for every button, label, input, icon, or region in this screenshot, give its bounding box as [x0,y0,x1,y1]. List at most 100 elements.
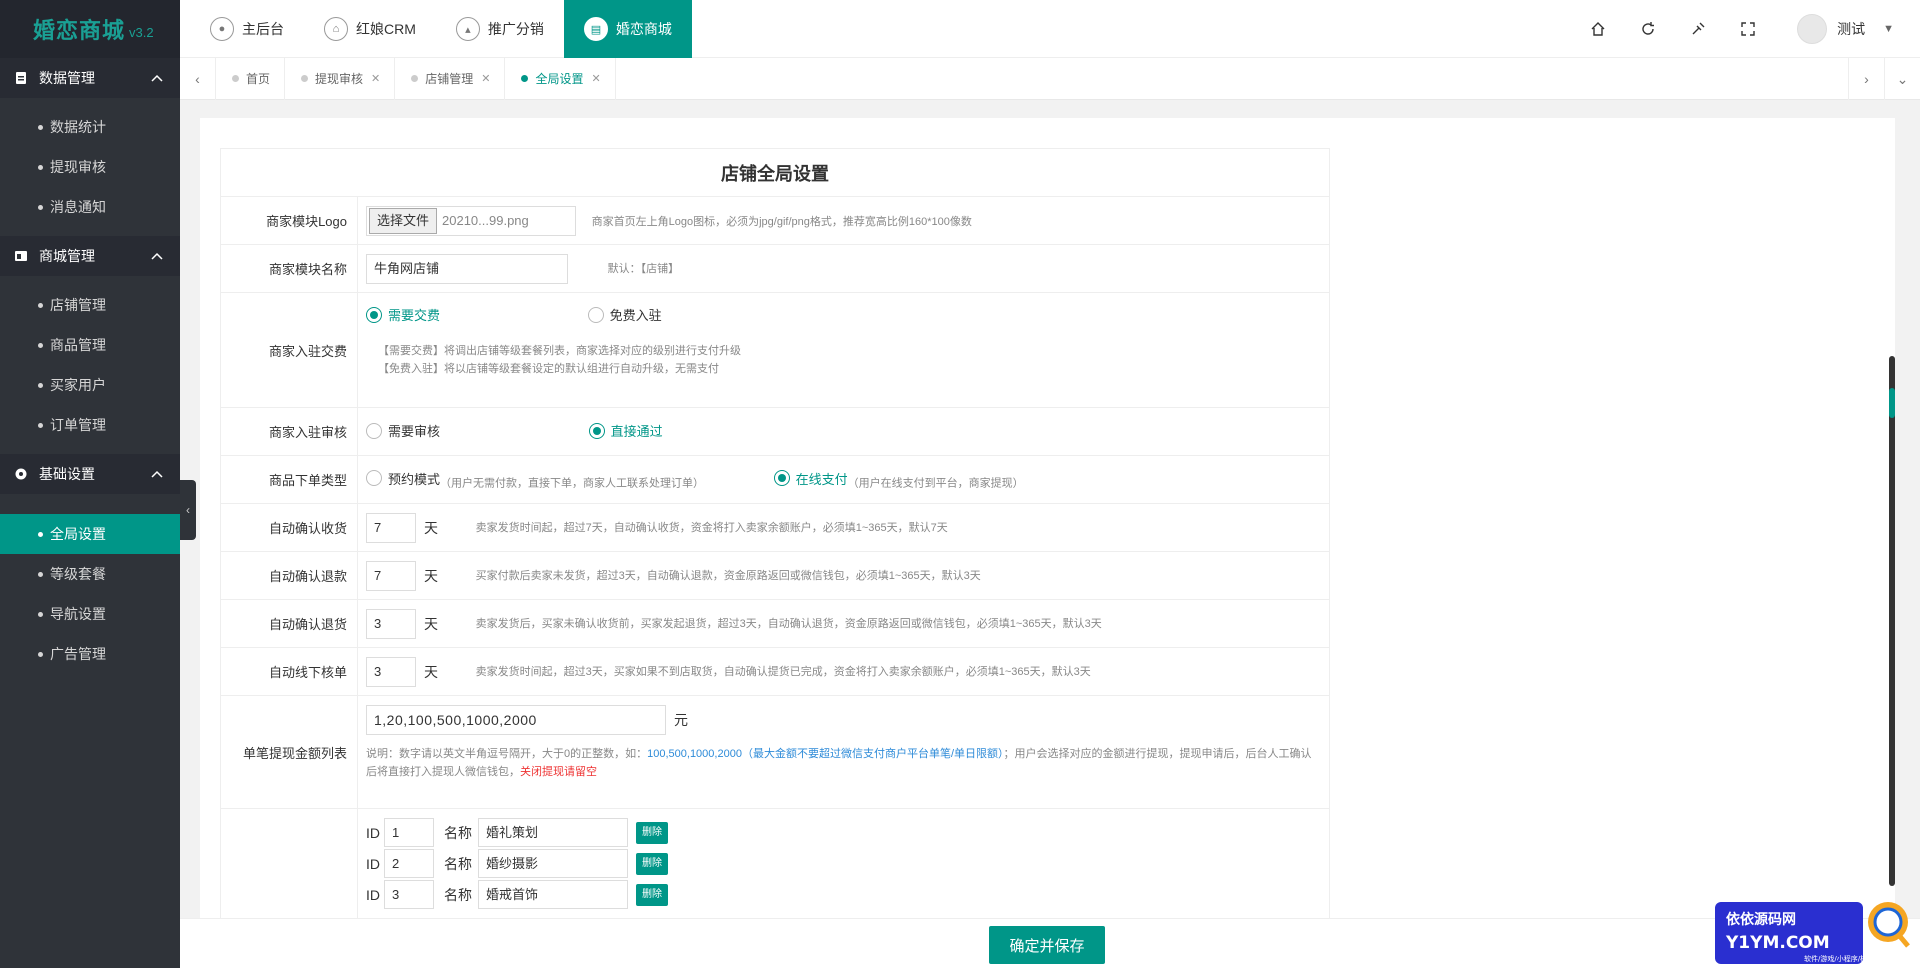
home-button[interactable] [1573,0,1623,58]
logo-hint: 商家首页左上角Logo图标，必须为jpg/gif/png格式，推荐宽高比例160… [591,215,972,228]
logo-file-input[interactable]: 选择文件 20210...99.png [366,205,576,236]
chevron-right-icon: › [1864,71,1869,87]
name-label: 商家模块名称 [220,244,358,293]
auto-return-label: 自动确认退货 [220,599,358,648]
category-id-input[interactable]: 2 [384,849,434,878]
bullet-icon [38,303,43,308]
radio-reservation[interactable]: 预约模式 [366,469,440,488]
sidebar-group-head-data[interactable]: 数据管理 [0,58,180,98]
category-name-input[interactable]: 婚戒首饰 [478,880,628,909]
unit-days: 天 [424,615,438,632]
refresh-button[interactable] [1623,0,1673,58]
fee-hint-1: 【需要交费】将调出店铺等级套餐列表，商家选择对应的级别进行支付升级 [378,344,741,357]
bullet-icon [38,423,43,428]
radio-label: 需要审核 [388,424,441,440]
save-bar: 确定并保存 [180,918,1920,968]
tabs-menu[interactable]: ⌄ [1884,58,1920,100]
topnav-mall[interactable]: ▤ 婚恋商城 [563,0,692,58]
tab-shop-manage[interactable]: 店铺管理 ✕ [395,57,506,100]
header-tools: 测试 ▼ [1573,0,1920,58]
logo-label: 商家模块Logo [220,196,358,245]
category-id-input[interactable]: 1 [384,818,434,847]
bullet-icon [38,652,43,657]
close-icon[interactable]: ✕ [481,72,490,85]
fullscreen-button[interactable] [1723,0,1773,58]
chevron-up-icon [150,249,164,263]
clear-cache-button[interactable] [1673,0,1723,58]
topnav-label: 主后台 [242,21,284,37]
sidebar-item-withdraw-audit[interactable]: 提现审核 [0,147,180,187]
withdraw-amounts-input[interactable]: 1,20,100,500,1000,2000 [366,705,666,735]
bullet-icon [38,532,43,537]
delete-button[interactable]: 删除 [636,852,668,875]
category-name-input[interactable]: 婚礼策划 [478,818,628,847]
bullet-icon [38,612,43,617]
unit-days: 天 [424,663,438,680]
sidebar-group-head-mall[interactable]: 商城管理 [0,236,180,276]
sidebar-item-data-stats[interactable]: 数据统计 [0,107,180,147]
topnav-crm[interactable]: ⌂ 红娘CRM [304,0,436,58]
tab-label: 首页 [246,72,271,86]
sidebar-item-buyers[interactable]: 买家用户 [0,365,180,405]
auto-receive-days-input[interactable]: 7 [366,512,416,543]
radio-label: 在线支付 [795,471,848,487]
sidebar-item-product-manage[interactable]: 商品管理 [0,325,180,365]
sidebar-item-global-settings[interactable]: 全局设置 [0,514,180,554]
tab-dot [301,75,309,82]
tab-home[interactable]: 首页 [216,57,286,100]
reservation-hint: （用户无需付款，直接下单，商家人工联系处理订单） [440,477,705,490]
sidebar: 婚恋商城 v3.2 数据管理 数据统计 提现审核 消息通知 商城管理 店铺管理 … [0,0,180,968]
bullet-icon [38,165,43,170]
category-id-input[interactable]: 3 [384,880,434,909]
sidebar-item-ads[interactable]: 广告管理 [0,634,180,674]
auto-offline-days-input[interactable]: 3 [366,656,416,687]
auto-return-days-input[interactable]: 3 [366,608,416,639]
tab-dot [521,75,529,82]
tab-strip: ‹ 首页 提现审核 ✕ 店铺管理 ✕ 全局设置 ✕ › ⌄ [180,57,1920,100]
bullet-icon [38,205,43,210]
sidebar-item-notifications[interactable]: 消息通知 [0,187,180,227]
sidebar-item-nav-settings[interactable]: 导航设置 [0,594,180,634]
radio-need-fee[interactable]: 需要交费 [366,305,440,324]
topnav-main[interactable]: ● 主后台 [190,0,304,58]
delete-button[interactable]: 删除 [636,883,668,906]
refresh-icon [1642,22,1655,35]
tab-dot [232,75,239,82]
shop-icon [14,249,28,263]
auto-refund-label: 自动确认退款 [220,551,358,600]
save-button[interactable]: 确定并保存 [989,926,1105,964]
sidebar-item-orders[interactable]: 订单管理 [0,405,180,445]
tabs-scroll-left[interactable]: ‹ [180,57,216,100]
tab-global-settings[interactable]: 全局设置 ✕ [505,57,616,100]
brand-logo[interactable]: 婚恋商城 v3.2 [0,0,180,58]
radio-dot [773,470,790,487]
sidebar-group-data: 数据管理 数据统计 提现审核 消息通知 [0,58,180,236]
form-title: 店铺全局设置 [220,148,1330,197]
tabs-scroll-right[interactable]: › [1848,58,1884,100]
auto-refund-days-input[interactable]: 7 [366,560,416,591]
sidebar-item-shop-manage[interactable]: 店铺管理 [0,285,180,325]
sidebar-group-head-basic[interactable]: 基础设置 [0,454,180,494]
radio-online-pay[interactable]: 在线支付 [773,469,848,488]
radio-need-audit[interactable]: 需要审核 [366,421,440,440]
content-scrollbar[interactable] [1889,356,1895,886]
radio-direct-pass[interactable]: 直接通过 [588,421,663,440]
sidebar-item-level-packages[interactable]: 等级套餐 [0,554,180,594]
scrollbar-thumb[interactable] [1889,388,1895,418]
close-icon[interactable]: ✕ [592,72,601,85]
delete-button[interactable]: 删除 [636,821,668,844]
radio-dot [366,422,382,439]
close-icon[interactable]: ✕ [371,72,380,85]
id-label: ID [366,855,380,872]
topnav-distribution[interactable]: ▴ 推广分销 [436,0,564,58]
tab-withdraw-audit[interactable]: 提现审核 ✕ [285,57,396,100]
sidebar-collapse-toggle[interactable]: ‹ [180,480,196,540]
bullet-icon [38,343,43,348]
category-name-input[interactable]: 婚纱摄影 [478,849,628,878]
radio-free-join[interactable]: 免费入驻 [587,305,662,324]
tab-dot [411,75,419,82]
topnav-label: 红娘CRM [356,21,416,37]
shop-name-input[interactable]: 牛角网店铺 [366,253,568,284]
choose-file-button[interactable]: 选择文件 [369,207,438,234]
user-menu[interactable]: 测试 ▼ [1797,14,1894,44]
